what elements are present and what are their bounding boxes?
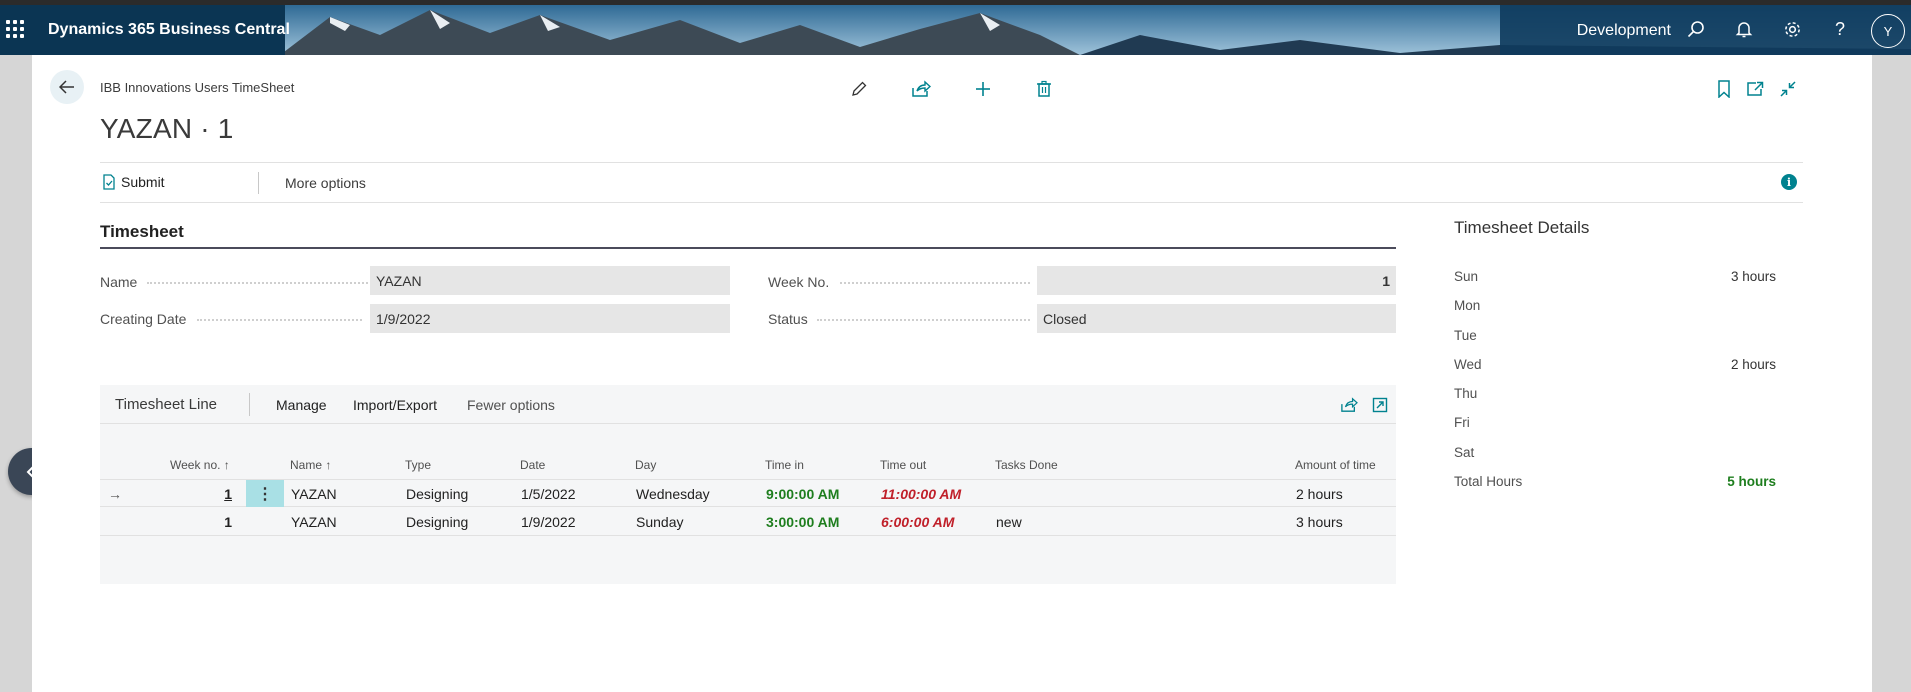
table-row[interactable]: 1 YAZAN Designing 1/9/2022 Sunday 3:00:0… [100, 508, 1396, 536]
col-type[interactable]: Type [405, 458, 431, 472]
factbox-value-wed[interactable]: 2 hours [1731, 357, 1776, 372]
expand-lines-icon[interactable] [1369, 394, 1391, 416]
cell-week-no[interactable]: 1 [202, 514, 232, 530]
creating-date-leader-dots [197, 319, 362, 321]
factbox-label-sat: Sat [1454, 445, 1475, 460]
cell-name[interactable]: YAZAN [291, 486, 337, 502]
manage-menu[interactable]: Manage [276, 397, 327, 413]
lines-separator [249, 393, 250, 416]
status-field[interactable]: Closed [1037, 304, 1396, 333]
cell-day[interactable]: Wednesday [636, 486, 710, 502]
timesheet-lines-part: Timesheet Line Manage Import/Export Fewe… [100, 385, 1396, 584]
cell-amount[interactable]: 3 hours [1296, 514, 1343, 530]
submit-button[interactable]: Submit [102, 174, 165, 190]
share-icon[interactable] [909, 77, 933, 101]
cell-tasks-done[interactable]: new [996, 514, 1022, 530]
factbox-label-thu: Thu [1454, 386, 1478, 401]
new-icon[interactable] [971, 77, 995, 101]
bell-icon[interactable] [1732, 17, 1756, 41]
cell-day[interactable]: Sunday [636, 514, 683, 530]
col-date[interactable]: Date [520, 458, 545, 472]
cell-date[interactable]: 1/5/2022 [521, 486, 576, 502]
current-row-arrow-icon: → [108, 486, 122, 502]
factbox-label-wed: Wed [1454, 357, 1482, 372]
col-name[interactable]: Name ↑ [290, 458, 331, 472]
col-time-in[interactable]: Time in [765, 458, 804, 472]
cell-type[interactable]: Designing [406, 514, 468, 530]
table-row[interactable]: → 1 ⋮ YAZAN Designing 1/5/2022 Wednesday… [100, 479, 1396, 507]
status-label: Status [768, 311, 808, 327]
import-export-menu[interactable]: Import/Export [353, 397, 437, 413]
help-icon[interactable]: ? [1828, 17, 1852, 41]
week-no-field[interactable]: 1 [1037, 266, 1396, 295]
command-separator [258, 172, 259, 194]
share-lines-icon[interactable] [1338, 394, 1360, 416]
collapse-icon[interactable] [1776, 77, 1800, 101]
col-week-no[interactable]: Week no. ↑ [170, 458, 230, 472]
col-day[interactable]: Day [635, 458, 656, 472]
factbox-value-total-hours[interactable]: 5 hours [1727, 474, 1776, 489]
cell-time-out[interactable]: 11:00:00 AM [881, 486, 961, 502]
cell-date[interactable]: 1/9/2022 [521, 514, 576, 530]
submit-label: Submit [121, 174, 165, 190]
week-no-leader-dots [840, 282, 1030, 284]
submit-document-icon [103, 174, 115, 190]
back-button[interactable] [50, 70, 84, 104]
gear-icon[interactable] [1780, 17, 1804, 41]
search-icon[interactable] [1684, 17, 1708, 41]
cell-time-in[interactable]: 3:00:00 AM [766, 514, 839, 530]
creating-date-label: Creating Date [100, 311, 187, 327]
col-time-out[interactable]: Time out [880, 458, 926, 472]
more-options-button[interactable]: More options [285, 175, 366, 191]
status-leader-dots [817, 319, 1030, 321]
fewer-options-button[interactable]: Fewer options [467, 397, 555, 413]
name-leader-dots [147, 282, 387, 284]
app-title[interactable]: Dynamics 365 Business Central [48, 21, 290, 39]
creating-date-field[interactable]: 1/9/2022 [370, 304, 730, 333]
section-divider [100, 247, 1396, 249]
name-label: Name [100, 274, 138, 290]
lines-title[interactable]: Timesheet Line [115, 396, 217, 413]
cell-time-out[interactable]: 6:00:00 AM [881, 514, 954, 530]
factbox-label-mon: Mon [1454, 298, 1481, 313]
cell-amount[interactable]: 2 hours [1296, 486, 1343, 502]
back-arrow-icon [59, 80, 74, 94]
app-top-bar: Dynamics 365 Business Central Developmen… [0, 0, 1911, 55]
lines-header: Timesheet Line Manage Import/Export Fewe… [100, 385, 1396, 424]
delete-icon[interactable] [1032, 77, 1056, 101]
page-title: YAZAN · 1 [100, 113, 234, 144]
bookmark-icon[interactable] [1712, 77, 1736, 101]
environment-name[interactable]: Development [1577, 22, 1671, 40]
cell-type[interactable]: Designing [406, 486, 468, 502]
col-tasks-done[interactable]: Tasks Done [995, 458, 1058, 472]
row-actions-ellipsis-icon[interactable]: ⋮ [246, 480, 284, 507]
factbox-label-fri: Fri [1454, 415, 1470, 430]
section-title-timesheet[interactable]: Timesheet [100, 222, 184, 242]
factbox-label-sun: Sun [1454, 269, 1479, 284]
factbox-title: Timesheet Details [1454, 218, 1590, 237]
factbox-value-sun[interactable]: 3 hours [1731, 269, 1776, 284]
breadcrumb: IBB Innovations Users TimeSheet [100, 80, 295, 95]
avatar[interactable]: Y [1871, 14, 1905, 48]
name-field[interactable]: YAZAN [370, 266, 730, 295]
factbox-label-total-hours: Total Hours [1454, 474, 1523, 489]
edit-icon[interactable] [847, 77, 871, 101]
cell-name[interactable]: YAZAN [291, 514, 337, 530]
cell-time-in[interactable]: 9:00:00 AM [766, 486, 839, 502]
week-no-label: Week No. [768, 274, 830, 290]
command-bar: Submit More options i [100, 162, 1803, 203]
factbox-label-tue: Tue [1454, 328, 1477, 343]
col-amount-of-time[interactable]: Amount of time [1295, 458, 1376, 472]
info-icon[interactable]: i [1781, 174, 1797, 190]
page-card: IBB Innovations Users TimeSheet YAZAN · … [32, 55, 1872, 692]
app-launcher-icon[interactable] [6, 20, 24, 38]
open-new-window-icon[interactable] [1743, 77, 1767, 101]
cell-week-no[interactable]: 1 [202, 486, 232, 502]
